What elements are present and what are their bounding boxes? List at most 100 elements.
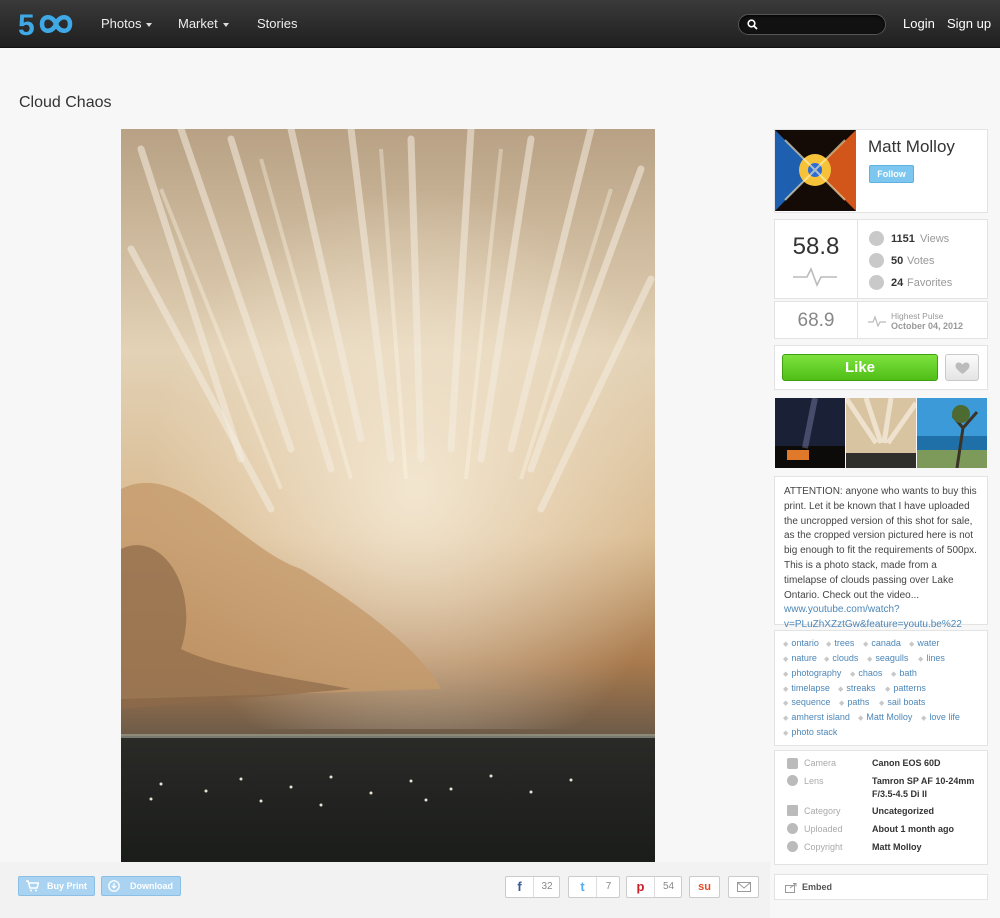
share-twitter-button[interactable]: t 7 bbox=[568, 876, 620, 898]
description-text: ATTENTION: anyone who wants to buy this … bbox=[784, 486, 977, 601]
category-value: Uncategorized bbox=[872, 806, 935, 816]
lens-value: Tamron SP AF 10-24mm F/3.5-4.5 Di II bbox=[872, 776, 975, 799]
embed-icon bbox=[785, 883, 797, 893]
embed-button[interactable]: Embed bbox=[774, 874, 988, 900]
related-photo-thumbnail[interactable] bbox=[775, 398, 845, 468]
download-button[interactable]: Download bbox=[101, 876, 181, 896]
copyright-icon bbox=[787, 841, 798, 852]
uploaded-value: About 1 month ago bbox=[872, 824, 954, 834]
thumbnail-image bbox=[775, 398, 845, 468]
votes-count: 50 bbox=[891, 255, 904, 267]
tag-link[interactable]: streaks bbox=[838, 683, 875, 693]
nav-photos[interactable]: Photos bbox=[101, 0, 153, 48]
facebook-count: 32 bbox=[541, 881, 553, 892]
lens-label: Lens bbox=[804, 776, 824, 786]
favorites-label: Favorites bbox=[907, 277, 953, 289]
main-photo[interactable] bbox=[121, 129, 655, 869]
tag-link[interactable]: patterns bbox=[885, 683, 926, 693]
photo-description: ATTENTION: anyone who wants to buy this … bbox=[784, 485, 980, 633]
pulse-small-icon bbox=[868, 315, 886, 327]
category-icon bbox=[787, 805, 798, 816]
tag-link[interactable]: sail boats bbox=[879, 697, 925, 707]
chevron-down-icon bbox=[222, 22, 229, 27]
share-stumbleupon-button[interactable]: su bbox=[689, 876, 720, 898]
tag-link[interactable]: seagulls bbox=[867, 653, 908, 663]
author-avatar[interactable] bbox=[775, 130, 856, 211]
related-photo-thumbnail[interactable] bbox=[917, 398, 987, 468]
tag-link[interactable]: photo stack bbox=[783, 727, 837, 737]
follow-button[interactable]: Follow bbox=[869, 165, 914, 183]
tag-link[interactable]: Matt Molloy bbox=[858, 712, 912, 722]
heart-icon bbox=[869, 275, 884, 290]
buy-print-label: Buy Print bbox=[47, 881, 88, 891]
search-box bbox=[738, 14, 886, 35]
copyright-label: Copyright bbox=[804, 842, 843, 852]
category-label: Category bbox=[804, 806, 841, 816]
search-icon bbox=[747, 19, 758, 30]
related-photo-thumbnail[interactable] bbox=[846, 398, 916, 468]
search-input[interactable] bbox=[763, 17, 881, 32]
favorite-button[interactable] bbox=[945, 354, 979, 381]
tag-link[interactable]: paths bbox=[839, 697, 869, 707]
share-email-button[interactable] bbox=[728, 876, 759, 898]
votes-label: Votes bbox=[907, 255, 935, 267]
camera-icon bbox=[787, 758, 798, 769]
share-pinterest-button[interactable]: p 54 bbox=[626, 876, 682, 898]
highest-pulse-score: 68.9 bbox=[797, 310, 835, 331]
chevron-down-icon bbox=[146, 22, 153, 27]
pinterest-icon: p bbox=[627, 877, 655, 897]
tag-link[interactable]: love life bbox=[921, 712, 960, 722]
tag-link[interactable]: nature bbox=[783, 653, 817, 663]
tag-link[interactable]: lines bbox=[918, 653, 945, 663]
highest-pulse-label: Highest Pulse bbox=[891, 311, 944, 321]
stumbleupon-icon: su bbox=[698, 881, 711, 893]
upload-icon bbox=[787, 823, 798, 834]
download-icon bbox=[108, 880, 120, 892]
twitter-count: 7 bbox=[605, 881, 612, 892]
tag-link[interactable]: ontario bbox=[783, 638, 819, 648]
facebook-icon: f bbox=[506, 877, 534, 897]
tag-link[interactable]: photography bbox=[783, 668, 841, 678]
copyright-value: Matt Molloy bbox=[872, 842, 922, 852]
buy-print-button[interactable]: Buy Print bbox=[18, 876, 95, 896]
views-count: 1151 bbox=[891, 233, 915, 245]
pinterest-count: 54 bbox=[662, 881, 675, 892]
thumbnail-image bbox=[917, 398, 987, 468]
tag-link[interactable]: clouds bbox=[824, 653, 858, 663]
tag-link[interactable]: water bbox=[909, 638, 939, 648]
tag-link[interactable]: amherst island bbox=[783, 712, 850, 722]
pulse-score: 58.8 bbox=[792, 233, 840, 260]
cart-icon bbox=[26, 880, 39, 892]
camera-label: Camera bbox=[804, 758, 837, 768]
twitter-icon: t bbox=[569, 877, 597, 897]
500px-logo[interactable]: 5 bbox=[18, 7, 80, 41]
embed-label: Embed bbox=[802, 882, 833, 892]
views-label: Views bbox=[920, 233, 950, 245]
avatar-image bbox=[775, 130, 856, 211]
tag-link[interactable]: bath bbox=[891, 668, 917, 678]
eye-icon bbox=[869, 231, 884, 246]
heart-icon bbox=[955, 362, 970, 374]
description-video-link[interactable]: www.youtube.com/watch?v=PLuZhXZztGw&feat… bbox=[784, 604, 962, 630]
download-label: Download bbox=[130, 881, 173, 891]
tag-link[interactable]: canada bbox=[863, 638, 901, 648]
share-facebook-button[interactable]: f 32 bbox=[505, 876, 560, 898]
nav-market[interactable]: Market bbox=[178, 0, 229, 48]
uploaded-label: Uploaded bbox=[804, 824, 843, 834]
lens-icon bbox=[787, 775, 798, 786]
pulse-icon bbox=[793, 267, 837, 287]
svg-text:5: 5 bbox=[18, 9, 35, 41]
tag-link[interactable]: trees bbox=[826, 638, 854, 648]
camera-value: Canon EOS 60D bbox=[872, 758, 941, 768]
tag-link[interactable]: chaos bbox=[850, 668, 882, 678]
signup-link[interactable]: Sign up bbox=[947, 0, 991, 48]
thumbnail-image bbox=[846, 398, 916, 468]
author-name[interactable]: Matt Molloy bbox=[868, 137, 955, 157]
thumbs-up-icon bbox=[869, 253, 884, 268]
login-link[interactable]: Login bbox=[903, 0, 935, 48]
nav-stories[interactable]: Stories bbox=[257, 0, 297, 48]
like-button[interactable]: Like bbox=[782, 354, 938, 381]
tag-link[interactable]: timelapse bbox=[783, 683, 830, 693]
tag-link[interactable]: sequence bbox=[783, 697, 830, 707]
highest-pulse-date: October 04, 2012 bbox=[891, 321, 964, 331]
